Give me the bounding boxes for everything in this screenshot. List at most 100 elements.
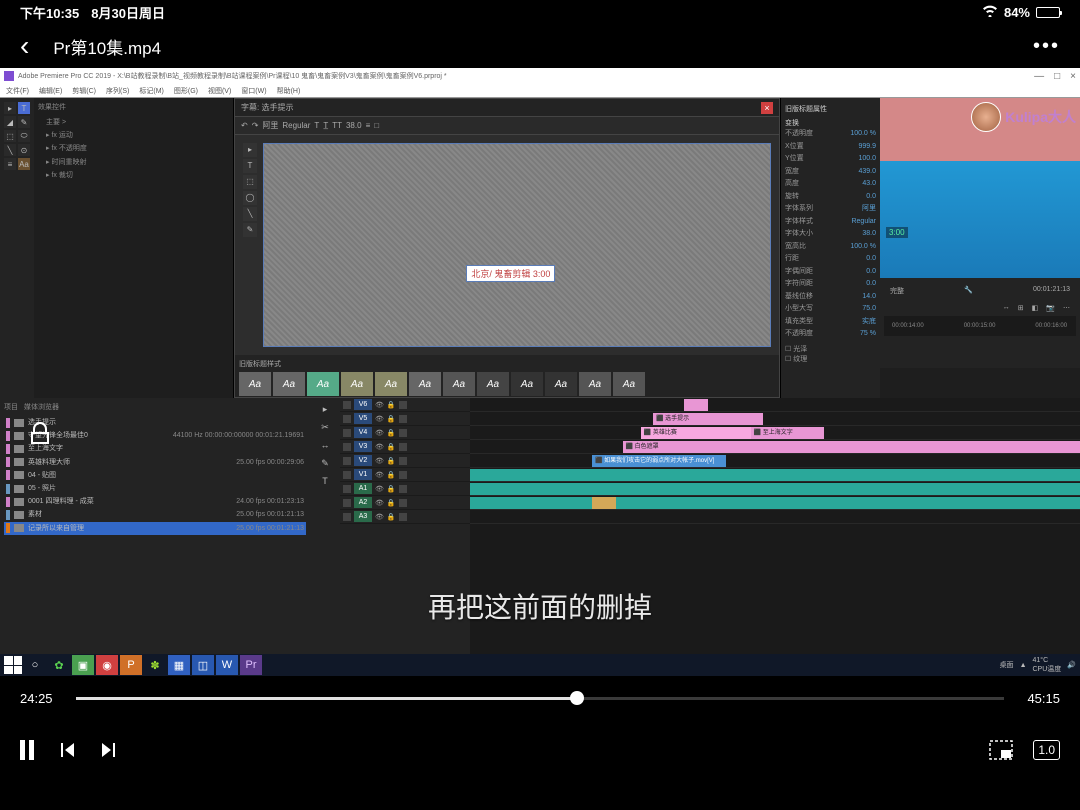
- progress-thumb[interactable]: [570, 691, 584, 705]
- pr-menubar: 文件(F)编辑(E)剪辑(C)序列(S)标记(M)图形(G)视图(V)窗口(W)…: [0, 84, 1080, 98]
- pb-icon: ⋯: [1063, 304, 1070, 312]
- pr-menu-item: 剪辑(C): [72, 86, 96, 96]
- tb-app-icon: P: [120, 655, 142, 675]
- next-button[interactable]: [100, 741, 118, 759]
- pr-checkbox: ☐ 纹理: [785, 354, 876, 364]
- pr-prop-row: 字符间距0.0: [785, 278, 876, 291]
- pr-track-row: [470, 496, 1080, 510]
- pr-menu-item: 文件(F): [6, 86, 29, 96]
- pr-style-thumb: Aa: [341, 372, 373, 396]
- pr-effect-item: ▸ fx 运动: [38, 129, 229, 142]
- pr-program-monitor: Kulipa大人 3:00 完整 🔧 00:01:21:13 ↔ ⊞: [880, 98, 1080, 398]
- seq-tool: ↔: [318, 438, 332, 452]
- seq-tool: ✂: [318, 420, 332, 434]
- clip-timecode: 3:00: [886, 227, 908, 238]
- pr-effect-item: ▸ fx 不透明度: [38, 142, 229, 155]
- seq-tool: ▸: [318, 402, 332, 416]
- pr-style-thumb: Aa: [409, 372, 441, 396]
- pb-icon: 📷: [1046, 304, 1055, 312]
- pr-prop-row: 字体样式Regular: [785, 216, 876, 229]
- watermark-avatar: [971, 102, 1001, 132]
- pr-bin-row: 记录所以来自管理25.00 fps 00:01:21:13: [4, 522, 306, 535]
- pr-track-row: [470, 468, 1080, 482]
- pr-style-thumb: Aa: [443, 372, 475, 396]
- pr-track-row: ⬛ 如果我们攻击它的弱点所对大帐子.mov[V]: [470, 454, 1080, 468]
- pr-title-close: ×: [761, 102, 773, 114]
- pr-timeline-clip: ⬛ 选手提示: [653, 413, 763, 425]
- lock-icon: [24, 418, 56, 450]
- ruler-tick: 00:00:14:00: [892, 323, 924, 329]
- tb-app-icon: ✿: [48, 655, 70, 675]
- tb-app-icon: W: [216, 655, 238, 675]
- tb-cpu: 41°CCPU温度: [1033, 657, 1062, 674]
- pb-icon: ◧: [1032, 304, 1039, 312]
- pr-prop-row: 基线位移14.0: [785, 291, 876, 304]
- pr-sequence-tools: ▸ ✂ ↔ ✎ T: [310, 398, 340, 676]
- speed-button[interactable]: 1.0: [1033, 740, 1060, 760]
- pr-bin-row: 05 - 照片: [4, 482, 306, 495]
- tb-desktop: 桌面: [1000, 660, 1014, 670]
- pr-tool: ╲: [4, 144, 16, 156]
- pr-style-thumb: Aa: [511, 372, 543, 396]
- playback-progress-bar: 24:25 45:15: [0, 676, 1080, 720]
- pr-app-icon: [4, 71, 14, 81]
- premiere-window: Adobe Premiere Pro CC 2019 - X:\B站教程录制\B…: [0, 68, 1080, 676]
- tb-app-icon: ▣: [72, 655, 94, 675]
- ruler-tick: 00:00:16:00: [1035, 323, 1067, 329]
- pr-track-row: ⬛ 白色遮罩: [470, 440, 1080, 454]
- pr-prop-row: 宽度439.0: [785, 166, 876, 179]
- pr-track-header: V3👁🔒: [340, 440, 470, 454]
- status-time: 下午10:35: [20, 3, 79, 22]
- tb-app-icon: ◉: [96, 655, 118, 675]
- pr-prop-header: 旧版标题属性: [785, 102, 876, 116]
- pr-effect-item: 主要 >: [38, 116, 229, 129]
- pr-title-editor: 字幕: 选手提示 × ↶↷ 阿里 Regular TT̲ TT 38.0 ≡□: [234, 98, 780, 398]
- prev-button[interactable]: [58, 741, 76, 759]
- pr-effects-panel: 效果控件 主要 > ▸ fx 运动 ▸ fx 不透明度 ▸ 时间重映射 ▸ fx…: [34, 98, 234, 398]
- pr-track-header: A2👁🔒: [340, 496, 470, 510]
- title-text-element: 北京/ 鬼畜剪辑 3:00: [466, 265, 555, 282]
- pause-button[interactable]: [20, 740, 34, 760]
- pr-menu-item: 视图(V): [208, 86, 231, 96]
- video-content[interactable]: Adobe Premiere Pro CC 2019 - X:\B站教程录制\B…: [0, 68, 1080, 676]
- pr-timeline-panel: V6👁🔒V5👁🔒V4👁🔒V3👁🔒V2👁🔒V1👁🔒A1👁🔒A2👁🔒A3👁🔒 ⬛ 选…: [340, 398, 1080, 676]
- pr-fit-label: 完整: [890, 286, 904, 296]
- playback-controls: 1.0: [0, 720, 1080, 780]
- pr-bin-row: 素材25.00 fps 00:01:21:13: [4, 508, 306, 521]
- pr-prop-row: 字体系列阿里: [785, 203, 876, 216]
- pr-prop-row: 字体大小38.0: [785, 228, 876, 241]
- wifi-icon: [982, 5, 998, 20]
- pr-timeline-clip: ⬛ 英雄比赛: [641, 427, 751, 439]
- pr-track-row: ⬛ 选手提示: [470, 412, 1080, 426]
- time-current: 24:25: [20, 691, 64, 706]
- pr-track-row: [470, 482, 1080, 496]
- pr-bin-row: 英雄料理大师25.00 fps 00:00:29:06: [4, 456, 306, 469]
- tb-app-icon: ✽: [144, 655, 166, 675]
- status-date: 8月30日周日: [91, 3, 165, 22]
- ruler-tick: 00:00:15:00: [964, 323, 996, 329]
- pr-timeline-clip: [470, 483, 1080, 495]
- progress-slider[interactable]: [76, 697, 1004, 700]
- pr-window-controls: —□×: [1034, 71, 1076, 82]
- pip-button[interactable]: [989, 740, 1013, 760]
- pr-timeline-clip: [470, 497, 1080, 509]
- pr-text-tool: T: [18, 102, 30, 114]
- pr-style-thumb: Aa: [239, 372, 271, 396]
- pr-track-header: V5👁🔒: [340, 412, 470, 426]
- pr-menu-item: 序列(S): [106, 86, 129, 96]
- tb-premiere-icon: Pr: [240, 655, 262, 675]
- subtitle-text: 再把这前面的删掉: [428, 586, 652, 626]
- pr-prop-row: 不透明度100.0 %: [785, 128, 876, 141]
- more-button[interactable]: •••: [1033, 35, 1060, 58]
- pr-track-header: V4👁🔒: [340, 426, 470, 440]
- pr-style-thumb: Aa: [613, 372, 645, 396]
- tb-tray-icon: ▲: [1020, 662, 1027, 669]
- pr-menu-item: 窗口(W): [241, 86, 266, 96]
- pr-timeline-clip: [470, 469, 1080, 481]
- pr-styles-label: 旧版标题样式: [239, 359, 775, 369]
- pr-menu-item: 编辑(E): [39, 86, 62, 96]
- pr-title-toolbar: ↶↷ 阿里 Regular TT̲ TT 38.0 ≡□: [235, 117, 779, 135]
- windows-start-icon: [4, 656, 22, 674]
- pr-title-tools: ▸T⬚ ◯╲✎: [243, 143, 263, 347]
- back-button[interactable]: ‹: [20, 32, 29, 60]
